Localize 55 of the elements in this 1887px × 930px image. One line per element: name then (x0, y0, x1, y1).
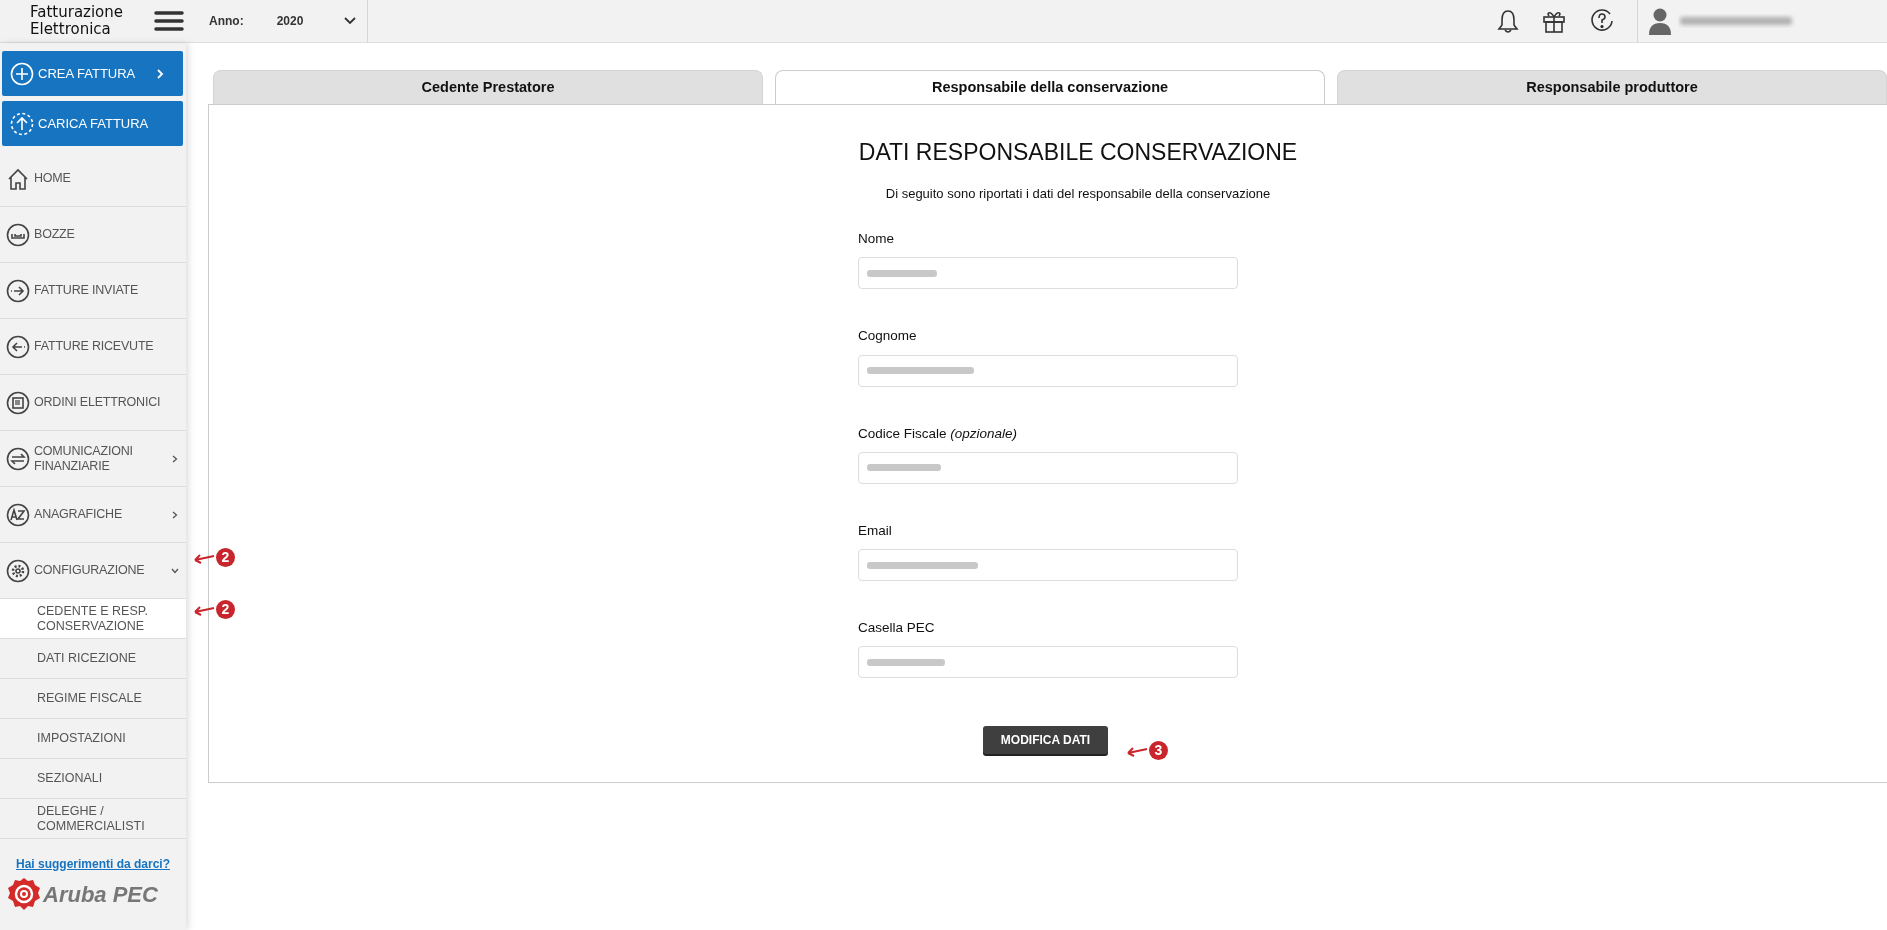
user-avatar-icon[interactable] (1648, 7, 1672, 35)
redacted-value (867, 269, 937, 277)
input-field[interactable] (858, 549, 1238, 581)
field-label: Email (858, 521, 893, 540)
year-select[interactable]: 2020 (276, 0, 369, 43)
sidebar-item[interactable]: HOME (0, 151, 186, 207)
input-field[interactable] (858, 257, 1238, 290)
field-label: Nome (858, 230, 895, 248)
document-circle-icon (6, 390, 30, 415)
field-label: Cognome (858, 327, 918, 346)
exchange-icon (6, 446, 30, 471)
upload-icon (10, 111, 34, 136)
sidebar-item[interactable]: ORDINI ELETTRONICI (0, 375, 186, 431)
gear-icon (6, 558, 30, 583)
sidebar-action-button[interactable]: CARICA FATTURA (2, 101, 183, 146)
input-field[interactable] (858, 646, 1238, 679)
submenu-item[interactable]: IMPOSTAZIONI (0, 719, 186, 759)
edit-data-button[interactable]: MODIFICA DATI (983, 726, 1108, 755)
submenu-item[interactable]: DATI RICEZIONE (0, 639, 186, 679)
tab[interactable]: Responsabile produttore (1337, 70, 1887, 104)
chevron-down-icon (343, 16, 358, 26)
field-label: Casella PEC (858, 619, 936, 637)
az-icon (6, 502, 30, 527)
form-subtitle: Di seguito sono riportati i dati del responsabile della conservazione (885, 184, 1271, 203)
tab[interactable]: Responsabile della conservazione (775, 70, 1325, 104)
sidebar-item[interactable]: ANAGRAFICHE (0, 487, 186, 543)
app-title: Fatturazione (30, 4, 125, 21)
bell-icon[interactable] (1497, 8, 1519, 34)
sidebar-item[interactable]: FATTURE INVIATE (0, 263, 186, 319)
tab[interactable]: Cedente Prestatore (213, 70, 763, 104)
seal-logo-icon (7, 877, 41, 911)
arrow-right-circle-icon (6, 278, 30, 303)
tray-icon (6, 222, 30, 247)
sidebar-item[interactable]: BOZZE (0, 207, 186, 263)
submenu-item[interactable]: DELEGHE / COMMERCIALISTI (0, 799, 186, 839)
brand-logo: Aruba PEC (43, 880, 158, 909)
arrow-left-circle-icon (6, 334, 30, 359)
submenu-item[interactable]: CEDENTE E RESP. CONSERVAZIONE (0, 599, 186, 639)
field-label: Codice Fiscale (opzionale) (858, 424, 1019, 443)
feedback-link[interactable]: Hai suggerimenti da darci? (0, 855, 186, 873)
form-title: DATI RESPONSABILE CONSERVAZIONE (858, 138, 1298, 167)
year-label: Anno: (209, 13, 244, 30)
chevron-right-icon (155, 67, 165, 80)
home-icon (6, 166, 30, 191)
sidebar-item[interactable]: COMUNICAZIONI FINANZIARIE (0, 431, 186, 487)
app-title: Elettronica (30, 21, 112, 38)
submenu-item[interactable]: SEZIONALI (0, 759, 186, 799)
sidebar-item[interactable]: FATTURE RICEVUTE (0, 319, 186, 375)
help-icon[interactable] (1589, 8, 1615, 34)
plus-circle-icon (10, 61, 34, 86)
input-field[interactable] (858, 354, 1238, 387)
input-field[interactable] (858, 451, 1238, 484)
menu-icon[interactable] (154, 10, 184, 32)
sidebar-action-button[interactable]: CREA FATTURA (2, 51, 183, 96)
submenu-item[interactable]: REGIME FISCALE (0, 679, 186, 719)
